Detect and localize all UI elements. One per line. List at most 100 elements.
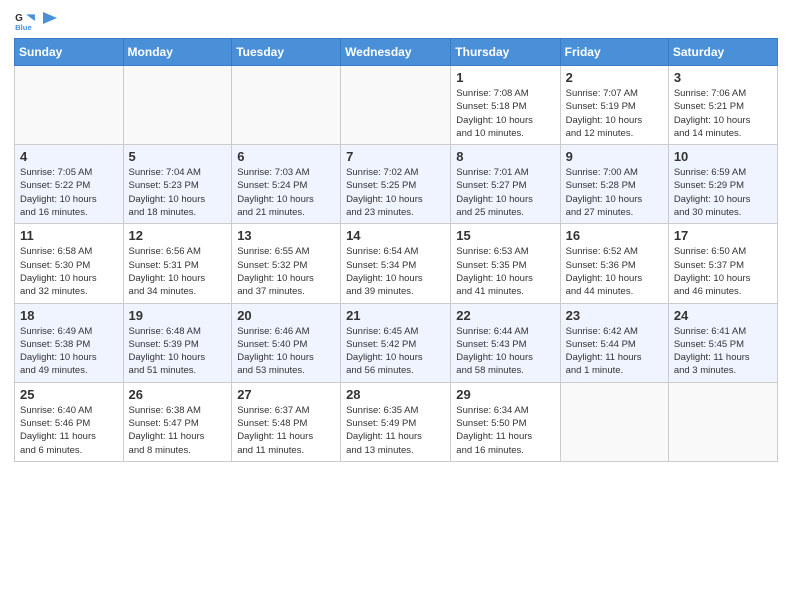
day-info: Sunrise: 6:53 AM Sunset: 5:35 PM Dayligh… xyxy=(456,245,554,298)
day-number: 5 xyxy=(129,149,227,164)
calendar-day-cell: 9 Sunrise: 7:00 AM Sunset: 5:28 PM Daylig… xyxy=(560,145,668,224)
calendar-day-cell: 29 Sunrise: 6:34 AM Sunset: 5:50 PM Dayli… xyxy=(451,382,560,461)
calendar-day-cell: 25 Sunrise: 6:40 AM Sunset: 5:46 PM Dayli… xyxy=(15,382,124,461)
day-info: Sunrise: 6:48 AM Sunset: 5:39 PM Dayligh… xyxy=(129,325,227,378)
day-info: Sunrise: 6:42 AM Sunset: 5:44 PM Dayligh… xyxy=(566,325,663,378)
calendar-empty-cell xyxy=(668,382,777,461)
calendar-day-cell: 8 Sunrise: 7:01 AM Sunset: 5:27 PM Daylig… xyxy=(451,145,560,224)
calendar-empty-cell xyxy=(15,66,124,145)
day-number: 27 xyxy=(237,387,335,402)
day-info: Sunrise: 7:01 AM Sunset: 5:27 PM Dayligh… xyxy=(456,166,554,219)
weekday-header-tuesday: Tuesday xyxy=(232,39,341,66)
day-info: Sunrise: 6:55 AM Sunset: 5:32 PM Dayligh… xyxy=(237,245,335,298)
calendar-day-cell: 26 Sunrise: 6:38 AM Sunset: 5:47 PM Dayli… xyxy=(123,382,232,461)
calendar-day-cell: 4 Sunrise: 7:05 AM Sunset: 5:22 PM Daylig… xyxy=(15,145,124,224)
day-number: 29 xyxy=(456,387,554,402)
page: G Blue SundayMo xyxy=(0,0,792,612)
day-number: 23 xyxy=(566,308,663,323)
day-number: 22 xyxy=(456,308,554,323)
day-info: Sunrise: 6:50 AM Sunset: 5:37 PM Dayligh… xyxy=(674,245,772,298)
day-info: Sunrise: 6:52 AM Sunset: 5:36 PM Dayligh… xyxy=(566,245,663,298)
day-info: Sunrise: 7:03 AM Sunset: 5:24 PM Dayligh… xyxy=(237,166,335,219)
calendar-day-cell: 2 Sunrise: 7:07 AM Sunset: 5:19 PM Daylig… xyxy=(560,66,668,145)
day-number: 21 xyxy=(346,308,445,323)
day-info: Sunrise: 6:40 AM Sunset: 5:46 PM Dayligh… xyxy=(20,404,118,457)
day-info: Sunrise: 6:41 AM Sunset: 5:45 PM Dayligh… xyxy=(674,325,772,378)
day-number: 26 xyxy=(129,387,227,402)
calendar-empty-cell xyxy=(341,66,451,145)
calendar-day-cell: 13 Sunrise: 6:55 AM Sunset: 5:32 PM Dayli… xyxy=(232,224,341,303)
logo-flag-icon xyxy=(41,10,59,28)
header: G Blue xyxy=(14,10,778,32)
day-info: Sunrise: 6:44 AM Sunset: 5:43 PM Dayligh… xyxy=(456,325,554,378)
calendar-day-cell: 6Sunrise: 7:03 AM Sunset: 5:24 PM Daylig… xyxy=(232,145,341,224)
day-info: Sunrise: 6:45 AM Sunset: 5:42 PM Dayligh… xyxy=(346,325,445,378)
calendar-day-cell: 15 Sunrise: 6:53 AM Sunset: 5:35 PM Dayli… xyxy=(451,224,560,303)
day-number: 25 xyxy=(20,387,118,402)
day-number: 18 xyxy=(20,308,118,323)
day-number: 14 xyxy=(346,228,445,243)
calendar-table: SundayMondayTuesdayWednesdayThursdayFrid… xyxy=(14,38,778,462)
day-number: 11 xyxy=(20,228,118,243)
day-info: Sunrise: 7:02 AM Sunset: 5:25 PM Dayligh… xyxy=(346,166,445,219)
calendar-day-cell: 17 Sunrise: 6:50 AM Sunset: 5:37 PM Dayli… xyxy=(668,224,777,303)
calendar-week-row: 11 Sunrise: 6:58 AM Sunset: 5:30 PM Dayli… xyxy=(15,224,778,303)
weekday-header-thursday: Thursday xyxy=(451,39,560,66)
calendar-day-cell: 1 Sunrise: 7:08 AM Sunset: 5:18 PM Daylig… xyxy=(451,66,560,145)
day-number: 7 xyxy=(346,149,445,164)
day-info: Sunrise: 7:04 AM Sunset: 5:23 PM Dayligh… xyxy=(129,166,227,219)
weekday-header-saturday: Saturday xyxy=(668,39,777,66)
day-info: Sunrise: 6:54 AM Sunset: 5:34 PM Dayligh… xyxy=(346,245,445,298)
calendar-empty-cell xyxy=(560,382,668,461)
calendar-day-cell: 10Sunrise: 6:59 AM Sunset: 5:29 PM Dayli… xyxy=(668,145,777,224)
weekday-header-row: SundayMondayTuesdayWednesdayThursdayFrid… xyxy=(15,39,778,66)
day-number: 4 xyxy=(20,149,118,164)
day-info: Sunrise: 6:35 AM Sunset: 5:49 PM Dayligh… xyxy=(346,404,445,457)
logo: G Blue xyxy=(14,10,59,32)
calendar-day-cell: 24Sunrise: 6:41 AM Sunset: 5:45 PM Dayli… xyxy=(668,303,777,382)
calendar-week-row: 4 Sunrise: 7:05 AM Sunset: 5:22 PM Daylig… xyxy=(15,145,778,224)
day-number: 13 xyxy=(237,228,335,243)
calendar-week-row: 1 Sunrise: 7:08 AM Sunset: 5:18 PM Daylig… xyxy=(15,66,778,145)
calendar-day-cell: 18Sunrise: 6:49 AM Sunset: 5:38 PM Dayli… xyxy=(15,303,124,382)
calendar-day-cell: 11 Sunrise: 6:58 AM Sunset: 5:30 PM Dayli… xyxy=(15,224,124,303)
day-info: Sunrise: 7:08 AM Sunset: 5:18 PM Dayligh… xyxy=(456,87,554,140)
day-number: 19 xyxy=(129,308,227,323)
calendar-week-row: 25 Sunrise: 6:40 AM Sunset: 5:46 PM Dayli… xyxy=(15,382,778,461)
logo-icon: G Blue xyxy=(14,10,36,32)
calendar-week-row: 18Sunrise: 6:49 AM Sunset: 5:38 PM Dayli… xyxy=(15,303,778,382)
day-number: 8 xyxy=(456,149,554,164)
day-info: Sunrise: 6:59 AM Sunset: 5:29 PM Dayligh… xyxy=(674,166,772,219)
day-number: 3 xyxy=(674,70,772,85)
day-info: Sunrise: 6:38 AM Sunset: 5:47 PM Dayligh… xyxy=(129,404,227,457)
day-info: Sunrise: 7:05 AM Sunset: 5:22 PM Dayligh… xyxy=(20,166,118,219)
calendar-day-cell: 14 Sunrise: 6:54 AM Sunset: 5:34 PM Dayli… xyxy=(341,224,451,303)
calendar-empty-cell xyxy=(123,66,232,145)
calendar-day-cell: 22 Sunrise: 6:44 AM Sunset: 5:43 PM Dayli… xyxy=(451,303,560,382)
day-number: 28 xyxy=(346,387,445,402)
weekday-header-sunday: Sunday xyxy=(15,39,124,66)
day-number: 16 xyxy=(566,228,663,243)
calendar-day-cell: 5 Sunrise: 7:04 AM Sunset: 5:23 PM Daylig… xyxy=(123,145,232,224)
weekday-header-wednesday: Wednesday xyxy=(341,39,451,66)
calendar-day-cell: 12Sunrise: 6:56 AM Sunset: 5:31 PM Dayli… xyxy=(123,224,232,303)
day-number: 9 xyxy=(566,149,663,164)
day-info: Sunrise: 7:07 AM Sunset: 5:19 PM Dayligh… xyxy=(566,87,663,140)
calendar-day-cell: 21 Sunrise: 6:45 AM Sunset: 5:42 PM Dayli… xyxy=(341,303,451,382)
day-info: Sunrise: 6:34 AM Sunset: 5:50 PM Dayligh… xyxy=(456,404,554,457)
day-number: 1 xyxy=(456,70,554,85)
calendar-day-cell: 16 Sunrise: 6:52 AM Sunset: 5:36 PM Dayli… xyxy=(560,224,668,303)
svg-text:Blue: Blue xyxy=(15,23,32,32)
day-info: Sunrise: 7:00 AM Sunset: 5:28 PM Dayligh… xyxy=(566,166,663,219)
day-number: 15 xyxy=(456,228,554,243)
day-number: 20 xyxy=(237,308,335,323)
day-info: Sunrise: 6:58 AM Sunset: 5:30 PM Dayligh… xyxy=(20,245,118,298)
day-info: Sunrise: 6:37 AM Sunset: 5:48 PM Dayligh… xyxy=(237,404,335,457)
day-number: 12 xyxy=(129,228,227,243)
day-number: 17 xyxy=(674,228,772,243)
calendar-day-cell: 7 Sunrise: 7:02 AM Sunset: 5:25 PM Daylig… xyxy=(341,145,451,224)
calendar-empty-cell xyxy=(232,66,341,145)
day-number: 2 xyxy=(566,70,663,85)
calendar-day-cell: 19 Sunrise: 6:48 AM Sunset: 5:39 PM Dayli… xyxy=(123,303,232,382)
day-info: Sunrise: 6:46 AM Sunset: 5:40 PM Dayligh… xyxy=(237,325,335,378)
